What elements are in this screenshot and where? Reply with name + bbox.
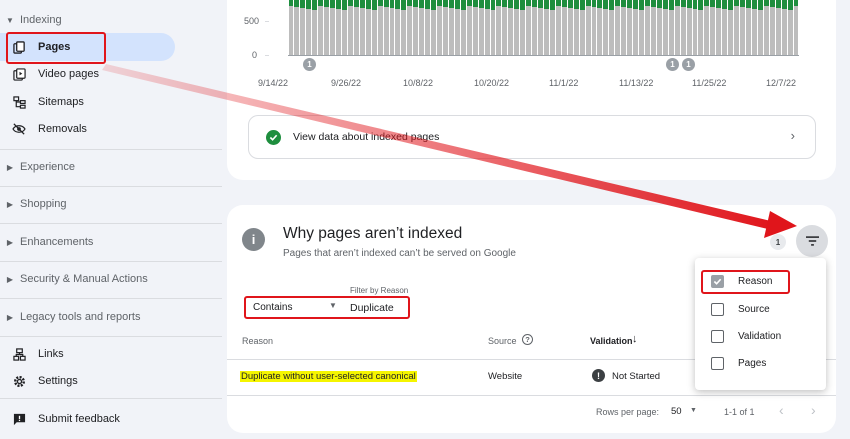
arrowhead: [764, 211, 797, 238]
annotation-arrow: [102, 64, 797, 238]
